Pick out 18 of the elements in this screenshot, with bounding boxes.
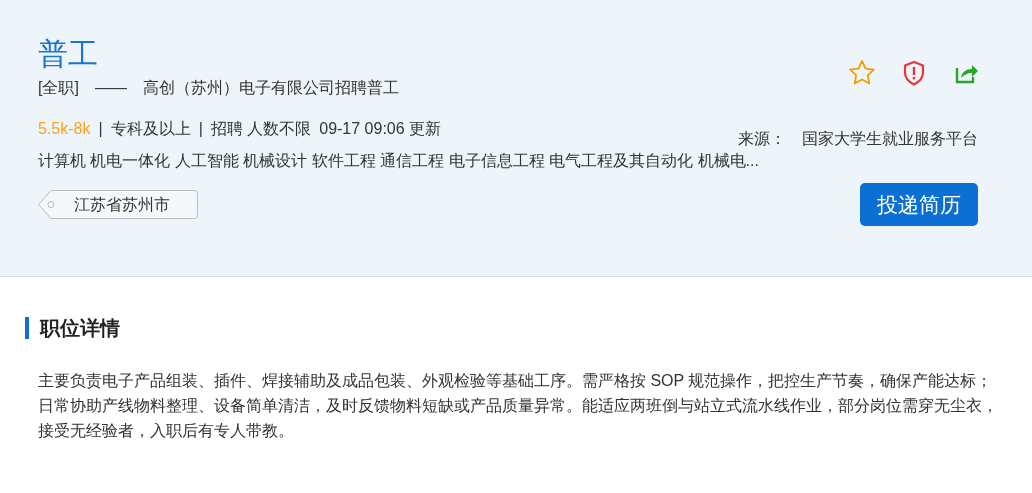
job-description: 主要负责电子产品组装、插件、焊接辅助及成品包装、外观检验等基础工序。需严格按 SOP 规范操作，把控生产节奏，确保产能达标；日常协助产线物料整理、设备简单清洁，及时反馈物料短缺或产品质量异常。能适应两班倒与站立式流水线作业，部分岗位需穿无尘衣，接受无经验者，入职后有专人带教。: [38, 371, 998, 441]
separator: |: [98, 119, 103, 139]
apply-button[interactable]: 投递简历: [860, 183, 978, 226]
separator: |: [198, 119, 203, 139]
source-label: 来源：: [738, 129, 786, 149]
majors-list: 计算机 机电一体化 人工智能 机械设计 软件工程 通信工程 电子信息工程 电气工程及其自动化 机械电...: [38, 149, 978, 173]
company-line: 高创（苏州）电子有限公司招聘普工: [142, 78, 399, 98]
source-name: 国家大学生就业服务平台: [802, 129, 978, 149]
job-title: 普工: [38, 36, 98, 72]
star-icon[interactable]: [848, 59, 876, 87]
headcount: 招聘 人数不限: [210, 119, 312, 139]
employment-type: [全职]: [38, 78, 79, 98]
education-level: 专科及以上: [110, 119, 191, 139]
dash: ——: [94, 78, 127, 98]
update-time: 09-17 09:06 更新: [319, 119, 442, 139]
location-tag[interactable]: 江苏省苏州市: [38, 190, 198, 219]
salary-range: 5.5k-8k: [38, 119, 91, 139]
section-heading: 职位详情: [25, 317, 1032, 339]
